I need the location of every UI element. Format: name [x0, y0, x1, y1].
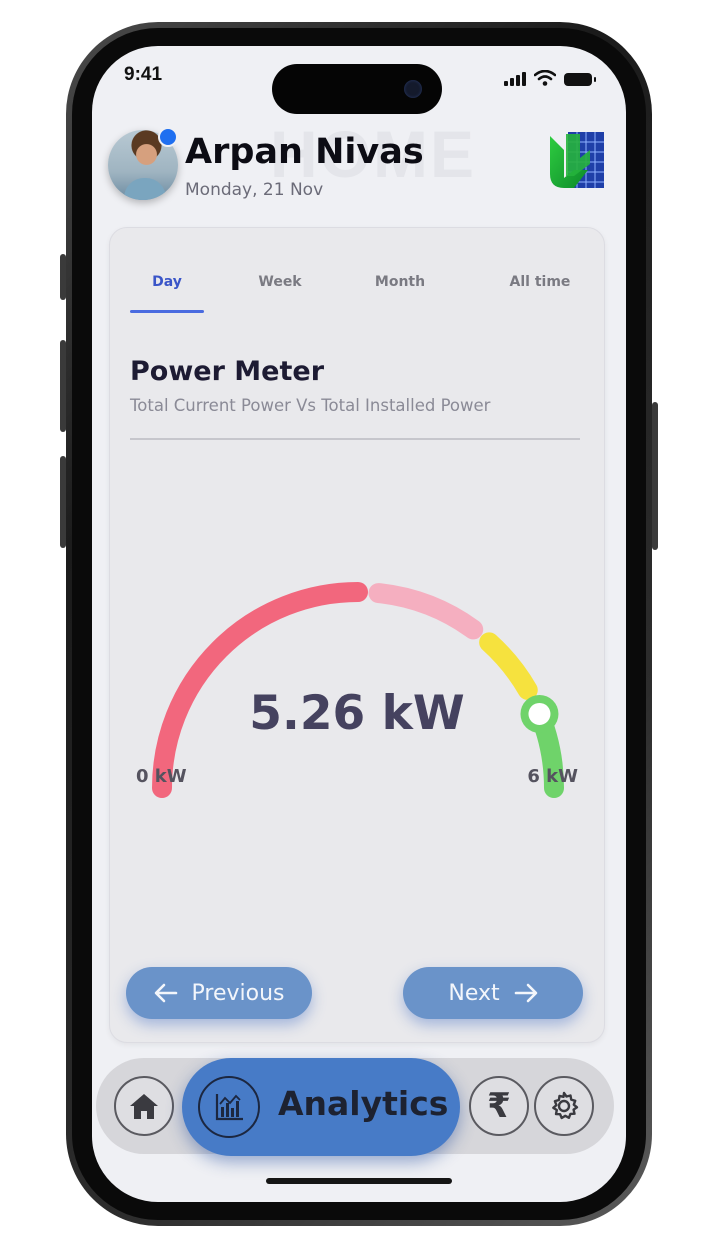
rupee-icon: ₹: [487, 1086, 511, 1126]
notification-dot: [158, 127, 178, 147]
nav-analytics-button[interactable]: Analytics: [182, 1058, 460, 1156]
active-tab-indicator: [130, 310, 204, 313]
nav-home-button[interactable]: [114, 1076, 174, 1136]
arrow-left-icon: [154, 983, 177, 1003]
power-button: [652, 402, 658, 550]
tab-all-time[interactable]: All time: [490, 274, 590, 290]
home-icon: [130, 1094, 158, 1119]
avatar-shirt: [124, 178, 166, 200]
gauge-value: 5.26 kW: [249, 686, 465, 741]
current-date: Monday, 21 Nov: [185, 180, 324, 200]
battery-icon: [564, 73, 596, 86]
gear-icon: [552, 1091, 579, 1120]
gauge-max-label: 6 kW: [527, 766, 578, 787]
period-tabs: Day Week Month All time: [110, 274, 604, 314]
next-button[interactable]: Next: [403, 967, 583, 1019]
solar-app-logo-icon[interactable]: [544, 130, 606, 192]
tab-day[interactable]: Day: [130, 274, 204, 290]
front-camera: [404, 80, 422, 98]
analytics-icon: [198, 1076, 260, 1138]
previous-button[interactable]: Previous: [126, 967, 312, 1019]
gauge-segment-3: [479, 632, 538, 700]
user-name: Arpan Nivas: [185, 132, 424, 172]
next-button-label: Next: [448, 980, 500, 1006]
analytics-label: Analytics: [278, 1084, 449, 1123]
phone-screen: 9:41 HOME Arpan Nivas Monday, 21 Nov Day…: [92, 46, 626, 1202]
divider: [130, 438, 580, 440]
card-subtitle: Total Current Power Vs Total Installed P…: [130, 396, 491, 415]
power-gauge: [152, 582, 564, 798]
home-indicator: [266, 1178, 452, 1184]
power-meter-card: Day Week Month All time Power Meter Tota…: [109, 227, 605, 1043]
tab-month[interactable]: Month: [360, 274, 440, 290]
nav-settings-button[interactable]: [534, 1076, 594, 1136]
nav-payments-button[interactable]: ₹: [469, 1076, 529, 1136]
wifi-icon: [534, 70, 556, 86]
card-title: Power Meter: [130, 356, 325, 387]
cellular-signal-icon: [504, 70, 526, 86]
gauge-min-label: 0 kW: [136, 766, 187, 787]
arrow-right-icon: [514, 983, 537, 1003]
tab-week[interactable]: Week: [240, 274, 320, 290]
previous-button-label: Previous: [191, 980, 285, 1006]
gauge-segment-2: [368, 583, 484, 640]
status-icons: [504, 68, 596, 86]
dynamic-island: [272, 64, 442, 114]
status-time: 9:41: [124, 64, 163, 85]
